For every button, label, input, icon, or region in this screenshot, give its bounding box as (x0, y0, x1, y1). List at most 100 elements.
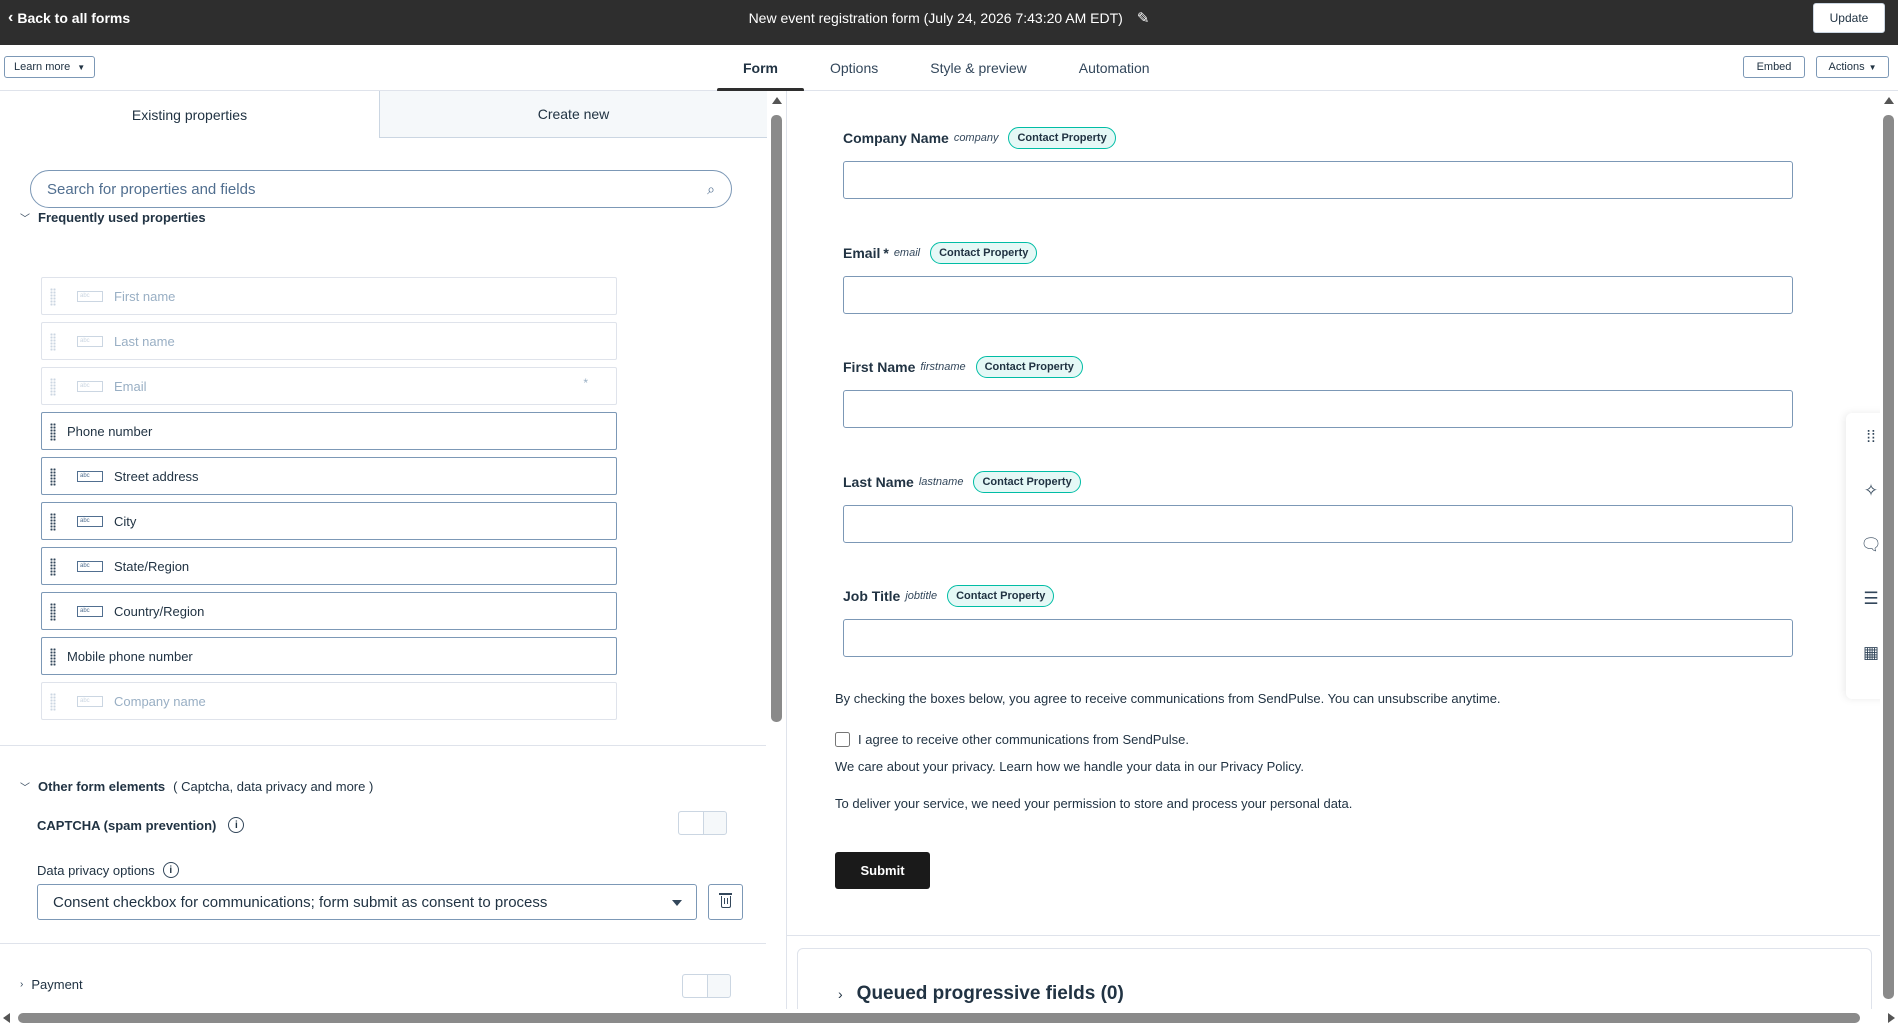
form-field-input[interactable] (843, 619, 1793, 657)
field-label-row[interactable]: Last Name lastname Contact Property (843, 470, 1081, 493)
search-input[interactable] (47, 180, 708, 198)
scroll-left-arrow[interactable] (3, 1013, 10, 1023)
drag-handle-icon (50, 693, 56, 711)
payment-label: Payment (31, 977, 83, 992)
preview-divider (787, 935, 1882, 936)
top-bar: ‹ Back to all forms New event registrati… (0, 0, 1898, 45)
field-label-row[interactable]: Email * email Contact Property (843, 241, 1038, 264)
form-preview: Company Name company Contact Property Email… (787, 91, 1882, 1009)
process-consent-text: To deliver your service, we need your pe… (835, 796, 1353, 811)
tab-options[interactable]: Options (804, 45, 904, 91)
form-field-input[interactable] (843, 390, 1793, 428)
caret-down-icon: ▼ (77, 62, 86, 72)
info-icon[interactable]: i (228, 817, 245, 833)
text-field-icon: abc (77, 516, 103, 527)
property-item: abc Company name (41, 682, 617, 720)
drag-handle-icon[interactable] (50, 513, 56, 531)
drag-handle-icon[interactable] (50, 648, 56, 666)
drag-handle-icon[interactable] (50, 603, 56, 621)
contact-property-badge: Contact Property (973, 470, 1081, 493)
contact-property-badge: Contact Property (1008, 127, 1116, 149)
field-internal-name: jobtitle (905, 590, 938, 602)
drag-handle-icon[interactable] (50, 468, 56, 486)
scrollbar-thumb[interactable] (1883, 115, 1894, 999)
form-field-input[interactable] (843, 161, 1793, 199)
property-item[interactable]: Mobile phone number (41, 637, 617, 675)
properties-tabs: Existing properties Create new (0, 91, 767, 138)
payment-toggle-switch[interactable] (682, 974, 731, 998)
delete-privacy-button[interactable] (708, 884, 743, 920)
tab-create-new[interactable]: Create new (380, 91, 767, 138)
preview-scrollbar[interactable] (1880, 91, 1898, 1009)
captcha-label: CAPTCHA (spam prevention) (37, 817, 217, 833)
search-icon[interactable]: ⌕ (707, 181, 715, 198)
property-item[interactable]: abc State/Region (41, 547, 617, 585)
captcha-toggle[interactable] (678, 811, 727, 835)
embed-button[interactable]: Embed (1743, 56, 1805, 78)
drag-handle-icon (50, 378, 56, 396)
property-item[interactable]: Phone number (41, 412, 617, 450)
tab-style-preview[interactable]: Style & preview (904, 45, 1052, 91)
property-list: abc First name abc Last name abc Email * Phone … (41, 277, 617, 727)
field-label: Company Name (843, 130, 949, 146)
chevron-right-icon: › (20, 979, 24, 990)
field-label: Last Name (843, 473, 914, 490)
consent-checkbox-row: I agree to receive other communications … (835, 732, 1189, 747)
scroll-up-arrow[interactable] (1884, 97, 1894, 104)
tab-automation[interactable]: Automation (1053, 45, 1176, 91)
form-field-input[interactable] (843, 275, 1793, 314)
left-panel-scrollbar[interactable] (768, 91, 786, 1009)
tab-form[interactable]: Form (717, 45, 804, 92)
queued-fields-toggle[interactable]: › Queued progressive fields (0) (838, 983, 1124, 1005)
contact-property-badge: Contact Property (975, 356, 1083, 378)
property-label: Country/Region (114, 603, 205, 619)
property-item: abc Email * (41, 367, 617, 405)
property-label: Phone number (67, 423, 153, 439)
data-privacy-select[interactable]: Consent checkbox for communications; for… (37, 884, 697, 920)
pencil-icon[interactable]: ✎ (1137, 9, 1150, 27)
property-item[interactable]: abc City (41, 502, 617, 540)
field-label-row[interactable]: First Name firstname Contact Property (843, 356, 1083, 378)
section-divider (0, 943, 766, 944)
horizontal-scrollbar[interactable] (0, 1009, 1898, 1027)
form-title-area: New event registration form (July 24, 20… (0, 0, 1898, 36)
field-label-row[interactable]: Company Name company Contact Property (843, 127, 1116, 149)
update-button[interactable]: Update (1813, 3, 1885, 33)
property-item: abc First name (41, 277, 617, 315)
data-privacy-row: Data privacy options i (37, 862, 179, 878)
field-internal-name: email (893, 246, 921, 259)
field-internal-name: firstname (920, 361, 966, 373)
field-label-row[interactable]: Job Title jobtitle Contact Property (843, 585, 1055, 607)
property-label: Last name (114, 333, 175, 349)
property-item: abc Last name (41, 322, 617, 360)
frequent-properties-toggle[interactable]: ﹀ Frequently used properties (20, 210, 206, 225)
other-form-elements-toggle[interactable]: ﹀ Other form elements ( Captcha, data pr… (20, 779, 373, 794)
section-divider (0, 745, 766, 746)
caret-down-icon (672, 900, 682, 906)
payment-toggle[interactable]: › Payment (20, 977, 83, 992)
scroll-up-arrow[interactable] (772, 97, 782, 104)
property-item[interactable]: abc Street address (41, 457, 617, 495)
submit-button[interactable]: Submit (835, 852, 930, 889)
property-label: City (114, 513, 137, 529)
scroll-right-arrow[interactable] (1888, 1013, 1895, 1023)
field-label: First Name (843, 359, 916, 375)
consent-checkbox[interactable] (835, 732, 850, 747)
text-field-icon: abc (77, 561, 103, 572)
drag-handle-icon[interactable] (50, 423, 56, 441)
scrollbar-thumb[interactable] (18, 1013, 1860, 1023)
actions-dropdown[interactable]: Actions ▼ (1816, 56, 1889, 78)
info-icon[interactable]: i (162, 862, 179, 878)
form-field-input[interactable] (843, 504, 1793, 543)
captcha-row: CAPTCHA (spam prevention) i (37, 817, 245, 833)
field-internal-name: lastname (918, 475, 964, 488)
scrollbar-thumb[interactable] (771, 115, 782, 722)
caret-down-icon: ▼ (1868, 62, 1877, 72)
drag-handle-icon[interactable] (50, 558, 56, 576)
property-item[interactable]: abc Country/Region (41, 592, 617, 630)
learn-more-dropdown[interactable]: Learn more ▼ (4, 56, 96, 78)
tab-existing-properties[interactable]: Existing properties (0, 91, 380, 138)
required-marker: * (583, 376, 588, 390)
other-form-elements-heading: Other form elements (38, 779, 166, 794)
data-privacy-label: Data privacy options (37, 862, 155, 878)
